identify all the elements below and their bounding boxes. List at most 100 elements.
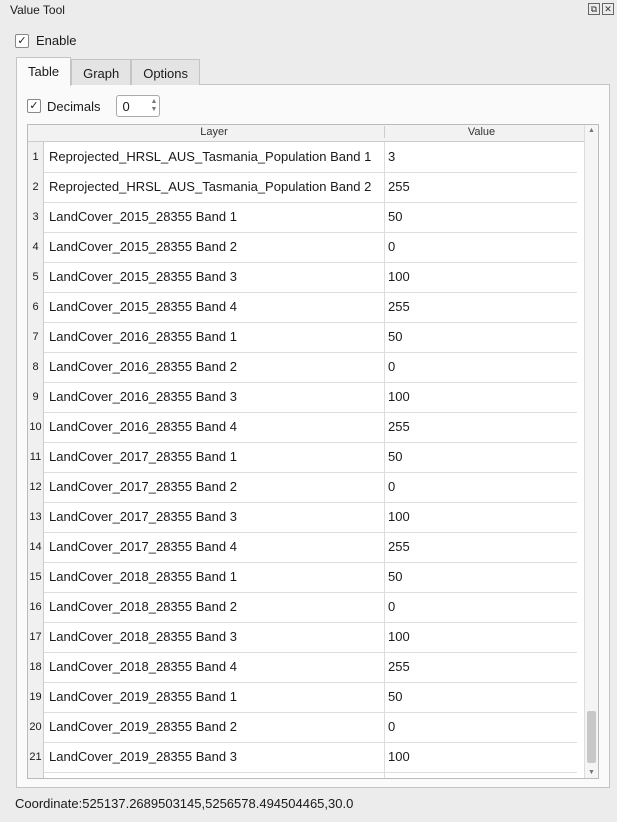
decimals-label: Decimals — [47, 98, 101, 114]
tab-table[interactable]: Table — [16, 57, 72, 86]
tab-options[interactable]: Options — [131, 59, 201, 85]
vertical-scrollbar[interactable]: ▲ ▼ — [584, 125, 598, 778]
layer-cell[interactable]: LandCover_2016_28355 Band 1 — [49, 322, 237, 352]
table-header: Layer Value — [28, 125, 584, 142]
row-number: 10 — [28, 412, 44, 442]
table-row[interactable]: 19 LandCover_2019_28355 Band 1 50 — [28, 682, 577, 713]
table-row-partial — [28, 772, 577, 778]
layer-cell[interactable]: LandCover_2016_28355 Band 4 — [49, 412, 237, 442]
layer-cell[interactable]: LandCover_2015_28355 Band 3 — [49, 262, 237, 292]
value-cell[interactable]: 50 — [384, 562, 578, 592]
table-row[interactable]: 5 LandCover_2015_28355 Band 3 100 — [28, 262, 577, 293]
value-cell[interactable]: 50 — [384, 322, 578, 352]
layer-cell[interactable]: LandCover_2017_28355 Band 4 — [49, 532, 237, 562]
table-row[interactable]: 18 LandCover_2018_28355 Band 4 255 — [28, 652, 577, 683]
table-row[interactable]: 13 LandCover_2017_28355 Band 3 100 — [28, 502, 577, 533]
scroll-up-icon[interactable]: ▲ — [585, 127, 598, 134]
row-number: 3 — [28, 202, 44, 232]
table-row[interactable]: 14 LandCover_2017_28355 Band 4 255 — [28, 532, 577, 563]
table-row[interactable]: 8 LandCover_2016_28355 Band 2 0 — [28, 352, 577, 383]
close-icon[interactable]: ✕ — [602, 3, 614, 15]
value-cell[interactable]: 0 — [384, 232, 578, 262]
row-number: 9 — [28, 382, 44, 412]
table-row[interactable]: 4 LandCover_2015_28355 Band 2 0 — [28, 232, 577, 263]
layer-cell[interactable]: LandCover_2019_28355 Band 1 — [49, 682, 237, 712]
layer-cell[interactable]: LandCover_2019_28355 Band 3 — [49, 742, 237, 772]
decimals-checkbox[interactable]: ✓ — [27, 99, 41, 113]
row-number: 18 — [28, 652, 44, 682]
coordinate-readout: Coordinate:525137.2689503145,5256578.494… — [15, 796, 354, 811]
table-row[interactable]: 20 LandCover_2019_28355 Band 2 0 — [28, 712, 577, 743]
row-number: 20 — [28, 712, 44, 742]
layer-cell[interactable]: LandCover_2016_28355 Band 2 — [49, 352, 237, 382]
layer-cell[interactable]: LandCover_2016_28355 Band 3 — [49, 382, 237, 412]
row-number: 4 — [28, 232, 44, 262]
tab-graph[interactable]: Graph — [71, 59, 132, 85]
table-row[interactable]: 6 LandCover_2015_28355 Band 4 255 — [28, 292, 577, 323]
scrollbar-thumb[interactable] — [587, 711, 596, 763]
table-row[interactable]: 1 Reprojected_HRSL_AUS_Tasmania_Populatio… — [28, 142, 577, 173]
layer-cell[interactable]: LandCover_2017_28355 Band 3 — [49, 502, 237, 532]
layer-cell[interactable]: Reprojected_HRSL_AUS_Tasmania_Population… — [49, 172, 371, 202]
layer-cell[interactable]: LandCover_2017_28355 Band 1 — [49, 442, 237, 472]
enable-checkbox[interactable]: ✓ Enable — [15, 33, 76, 48]
value-cell[interactable]: 255 — [384, 412, 578, 442]
value-cell[interactable]: 0 — [384, 712, 578, 742]
value-cell[interactable]: 3 — [384, 142, 578, 172]
table-row[interactable]: 16 LandCover_2018_28355 Band 2 0 — [28, 592, 577, 623]
value-cell[interactable]: 0 — [384, 472, 578, 502]
layer-cell[interactable]: LandCover_2015_28355 Band 1 — [49, 202, 237, 232]
layer-cell[interactable]: LandCover_2018_28355 Band 2 — [49, 592, 237, 622]
row-number: 14 — [28, 532, 44, 562]
table-row[interactable]: 12 LandCover_2017_28355 Band 2 0 — [28, 472, 577, 503]
layer-cell[interactable]: LandCover_2018_28355 Band 3 — [49, 622, 237, 652]
table-row[interactable]: 10 LandCover_2016_28355 Band 4 255 — [28, 412, 577, 443]
table-row[interactable]: 21 LandCover_2019_28355 Band 3 100 — [28, 742, 577, 773]
row-number: 5 — [28, 262, 44, 292]
table-row[interactable]: 2 Reprojected_HRSL_AUS_Tasmania_Populatio… — [28, 172, 577, 203]
value-cell[interactable]: 0 — [384, 592, 578, 622]
value-cell[interactable]: 50 — [384, 202, 578, 232]
values-table: Layer Value 1 Reprojected_HRSL_AUS_Tasman… — [27, 124, 599, 779]
value-cell[interactable]: 255 — [384, 172, 578, 202]
row-number: 17 — [28, 622, 44, 652]
value-cell[interactable]: 100 — [384, 382, 578, 412]
scroll-down-icon[interactable]: ▼ — [585, 769, 598, 776]
header-value[interactable]: Value — [384, 126, 578, 138]
checkbox-check-icon[interactable]: ✓ — [15, 33, 29, 48]
value-cell[interactable]: 255 — [384, 532, 578, 562]
value-cell[interactable]: 100 — [384, 262, 578, 292]
row-number: 7 — [28, 322, 44, 352]
row-number: 1 — [28, 142, 44, 172]
enable-label: Enable — [36, 33, 77, 48]
value-cell[interactable]: 0 — [384, 352, 578, 382]
float-icon[interactable]: ⧉ — [588, 3, 600, 15]
layer-cell[interactable]: LandCover_2017_28355 Band 2 — [49, 472, 237, 502]
layer-cell[interactable]: LandCover_2019_28355 Band 2 — [49, 712, 237, 742]
header-layer[interactable]: Layer — [44, 126, 384, 138]
value-cell[interactable]: 255 — [384, 292, 578, 322]
layer-cell[interactable]: LandCover_2015_28355 Band 4 — [49, 292, 237, 322]
value-cell[interactable]: 50 — [384, 442, 578, 472]
value-cell[interactable]: 100 — [384, 502, 578, 532]
value-cell[interactable]: 100 — [384, 622, 578, 652]
decimals-spinbox[interactable]: 0 ▲ ▼ — [116, 95, 161, 117]
row-number: 16 — [28, 592, 44, 622]
spin-arrows-icon[interactable]: ▲ ▼ — [151, 98, 158, 114]
table-row[interactable]: 9 LandCover_2016_28355 Band 3 100 — [28, 382, 577, 413]
layer-cell[interactable]: LandCover_2015_28355 Band 2 — [49, 232, 237, 262]
table-row[interactable]: 7 LandCover_2016_28355 Band 1 50 — [28, 322, 577, 353]
layer-cell[interactable]: LandCover_2018_28355 Band 1 — [49, 562, 237, 592]
table-row[interactable]: 15 LandCover_2018_28355 Band 1 50 — [28, 562, 577, 593]
table-row[interactable]: 3 LandCover_2015_28355 Band 1 50 — [28, 202, 577, 233]
table-row[interactable]: 17 LandCover_2018_28355 Band 3 100 — [28, 622, 577, 653]
value-cell[interactable]: 100 — [384, 742, 578, 772]
layer-cell[interactable]: LandCover_2018_28355 Band 4 — [49, 652, 237, 682]
row-number: 21 — [28, 742, 44, 772]
row-number: 2 — [28, 172, 44, 202]
value-cell[interactable]: 255 — [384, 652, 578, 682]
table-row[interactable]: 11 LandCover_2017_28355 Band 1 50 — [28, 442, 577, 473]
layer-cell[interactable]: Reprojected_HRSL_AUS_Tasmania_Population… — [49, 142, 371, 172]
value-cell[interactable]: 50 — [384, 682, 578, 712]
decimals-value[interactable]: 0 — [122, 99, 129, 114]
